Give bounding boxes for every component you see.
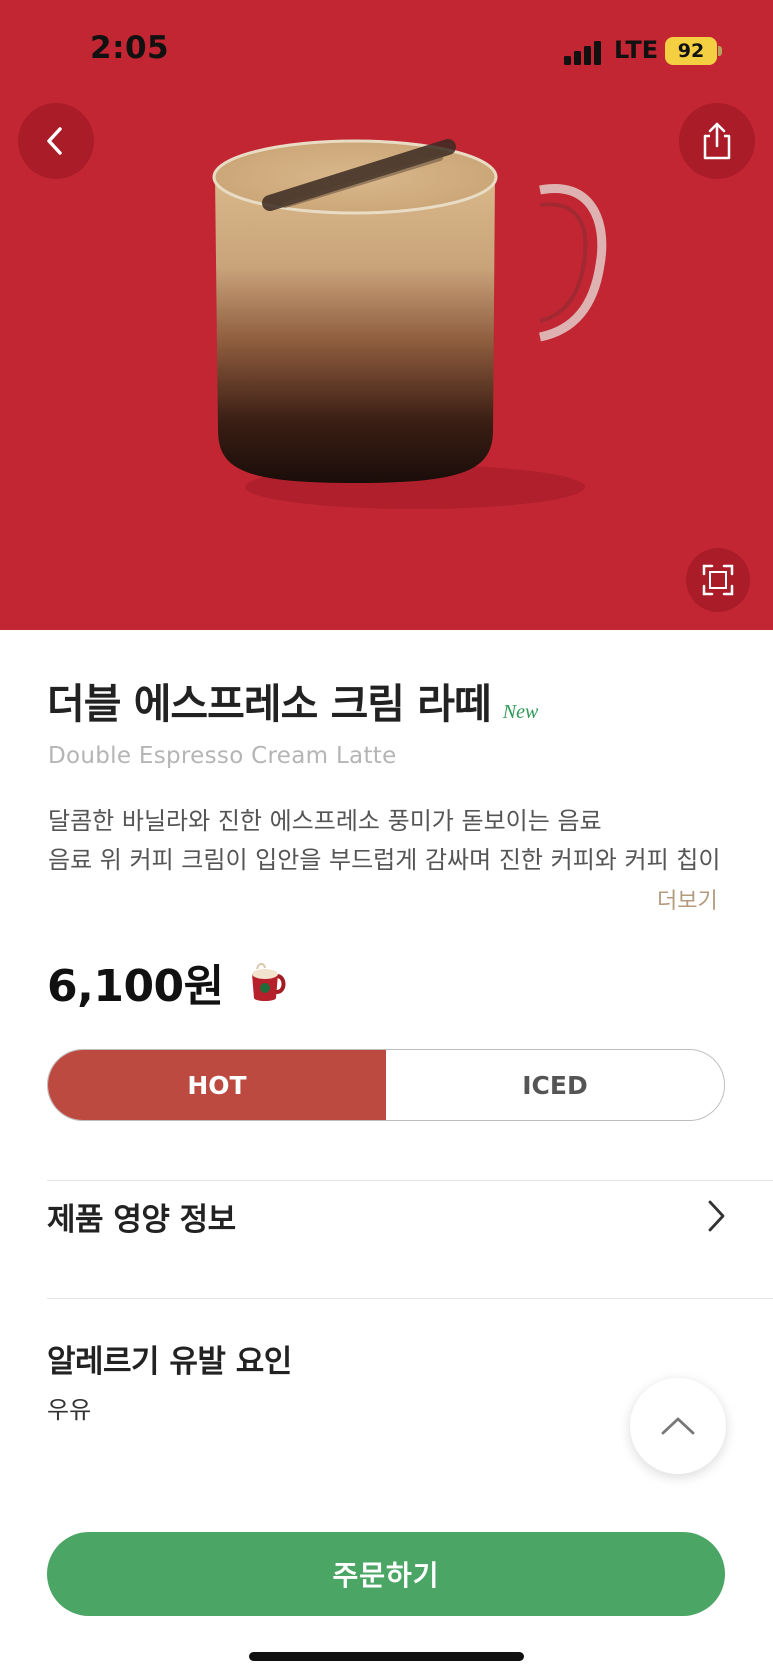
- back-icon: [47, 127, 62, 155]
- product-hero: 2:05 LTE 92: [0, 0, 773, 630]
- product-description: 달콤한 바닐라와 진한 에스프레소 풍미가 돋보이는 음료 음료 위 커피 크림…: [48, 807, 721, 874]
- product-image: [212, 139, 607, 509]
- nutrition-info-row[interactable]: 제품 영양 정보: [47, 1186, 727, 1246]
- divider: [47, 1298, 773, 1299]
- title-row: 더블 에스프레소 크림 라떼 New: [47, 670, 538, 730]
- battery-icon: 92: [665, 37, 717, 65]
- nutrition-label: 제품 영양 정보: [47, 1201, 236, 1238]
- new-badge: New: [502, 701, 539, 723]
- order-button[interactable]: 주문하기: [47, 1532, 725, 1616]
- battery-nub: [718, 46, 722, 56]
- product-english-name: Double Espresso Cream Latte: [48, 743, 397, 769]
- status-bar: 2:05 LTE 92: [0, 0, 773, 100]
- chevron-up-icon: [661, 1417, 695, 1435]
- share-icon: [703, 122, 731, 160]
- temperature-toggle: HOT ICED: [47, 1049, 725, 1121]
- back-button[interactable]: [18, 103, 94, 179]
- chevron-right-icon: [708, 1200, 725, 1232]
- bottom-bar: 주문하기: [0, 1500, 773, 1673]
- home-indicator: [249, 1652, 524, 1661]
- signal-icon: [564, 41, 604, 65]
- zoom-frame-icon: [702, 564, 734, 596]
- allergy-value: 우유: [47, 1396, 92, 1424]
- price-row: 6,100원: [47, 950, 288, 1014]
- zoom-button[interactable]: [686, 548, 750, 612]
- iced-option[interactable]: ICED: [386, 1050, 724, 1120]
- divider: [47, 1180, 773, 1181]
- allergy-label: 알레르기 유발 요인: [47, 1344, 292, 1380]
- more-link[interactable]: 더보기: [657, 883, 718, 915]
- scroll-top-button[interactable]: [630, 1378, 726, 1474]
- status-time: 2:05: [90, 30, 170, 66]
- product-price: 6,100원: [47, 961, 224, 1012]
- mug-icon: [251, 963, 286, 1001]
- share-button[interactable]: [679, 103, 755, 179]
- network-type: LTE: [614, 36, 659, 64]
- hot-option[interactable]: HOT: [48, 1050, 386, 1120]
- product-title: 더블 에스프레소 크림 라떼: [47, 680, 492, 728]
